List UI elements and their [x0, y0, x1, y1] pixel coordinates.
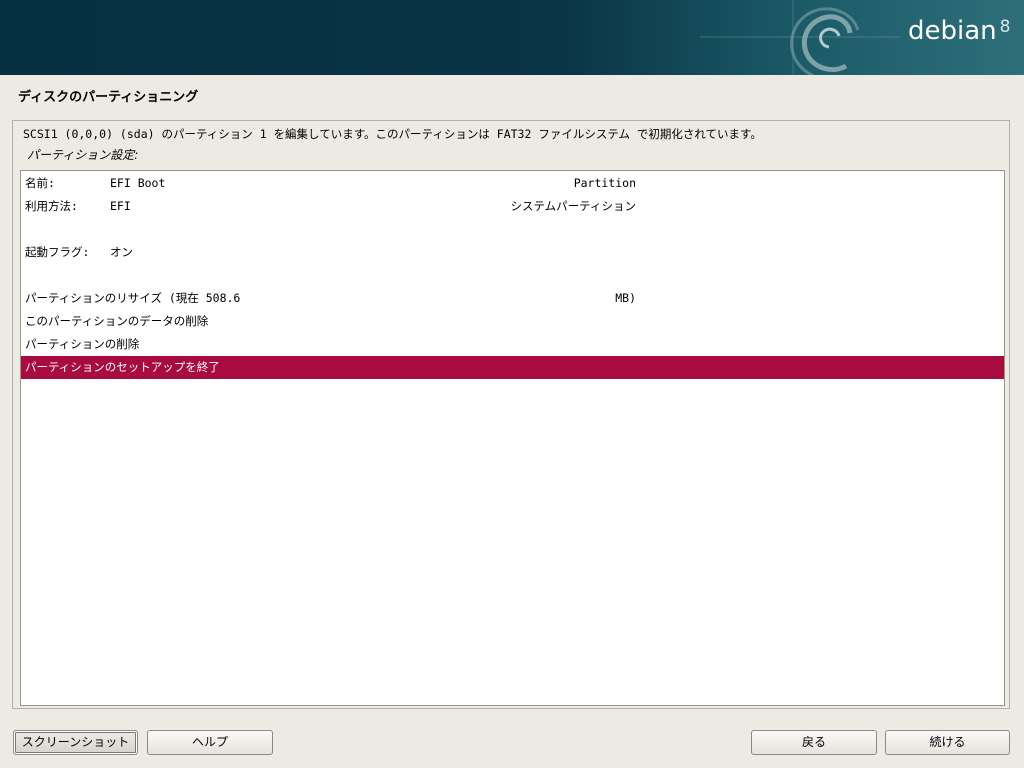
row-value: EFI Boot [110, 176, 166, 190]
list-item-erase-data[interactable]: このパーティションのデータの削除 [21, 310, 1004, 333]
continue-button[interactable]: 続ける [885, 730, 1010, 755]
partition-description: SCSI1 (0,0,0) (sda) のパーティション 1 を編集しています。… [23, 127, 762, 141]
list-item-delete-partition[interactable]: パーティションの削除 [21, 333, 1004, 356]
row-right: システムパーティション [510, 199, 636, 213]
help-button[interactable]: ヘルプ [147, 730, 273, 755]
partition-settings-list: 名前: EFI Boot Partition 利用方法: EFI システムパーテ… [20, 170, 1005, 706]
row-value: EFI [110, 199, 131, 213]
row-label: 起動フラグ: [25, 245, 90, 259]
settings-label: パーティション設定: [27, 148, 139, 162]
row-label: パーティションのリサイズ (現在 508.6 [25, 291, 241, 305]
row-right: MB) [615, 291, 636, 305]
back-button[interactable]: 戻る [751, 730, 877, 755]
list-item-blank [21, 218, 1004, 241]
list-item-resize[interactable]: パーティションのリサイズ (現在 508.6 MB) [21, 287, 1004, 310]
brand-logo: debian 8 [908, 16, 1010, 46]
list-item-done-setting-up[interactable]: パーティションのセットアップを終了 [21, 356, 1004, 379]
brand-version: 8 [999, 17, 1011, 37]
brand-text: debian [908, 16, 997, 46]
page-title: ディスクのパーティショニング [18, 90, 199, 105]
debian-swirl-icon [700, 0, 900, 75]
row-label: パーティションのセットアップを終了 [25, 360, 220, 374]
row-right: Partition [573, 176, 636, 190]
list-item-bootable-flag[interactable]: 起動フラグ: オン [21, 241, 1004, 264]
row-label: パーティションの削除 [25, 337, 140, 351]
row-label: 利用方法: [25, 199, 78, 213]
list-item-name[interactable]: 名前: EFI Boot Partition [21, 172, 1004, 195]
row-label: このパーティションのデータの削除 [25, 314, 209, 328]
content-frame: SCSI1 (0,0,0) (sda) のパーティション 1 を編集しています。… [12, 120, 1010, 709]
row-value: オン [110, 245, 133, 259]
list-item-blank [21, 264, 1004, 287]
screenshot-button[interactable]: スクリーンショット [13, 730, 138, 755]
row-label: 名前: [25, 176, 55, 190]
header-banner: debian 8 [0, 0, 1024, 75]
list-item-usage[interactable]: 利用方法: EFI システムパーティション [21, 195, 1004, 218]
